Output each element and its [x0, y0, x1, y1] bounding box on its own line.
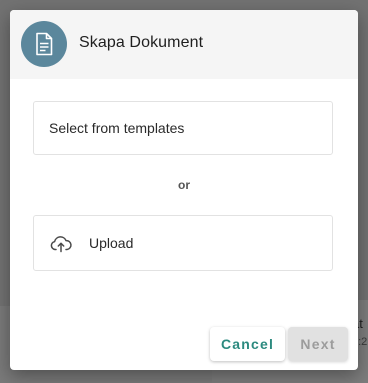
dialog-header: Skapa Dokument [10, 10, 358, 79]
next-button[interactable]: Next [288, 327, 348, 361]
select-from-templates-option[interactable]: Select from templates [33, 101, 333, 155]
document-icon [21, 21, 67, 67]
dialog-title: Skapa Dokument [79, 34, 204, 51]
upload-option-label: Upload [89, 235, 134, 251]
cloud-upload-icon [50, 235, 72, 253]
upload-option[interactable]: Upload [33, 215, 333, 271]
create-document-dialog: Skapa Dokument Select from templates or … [10, 10, 358, 370]
cancel-button[interactable]: Cancel [210, 327, 285, 361]
templates-option-label: Select from templates [49, 120, 185, 136]
or-separator: or [178, 178, 190, 192]
